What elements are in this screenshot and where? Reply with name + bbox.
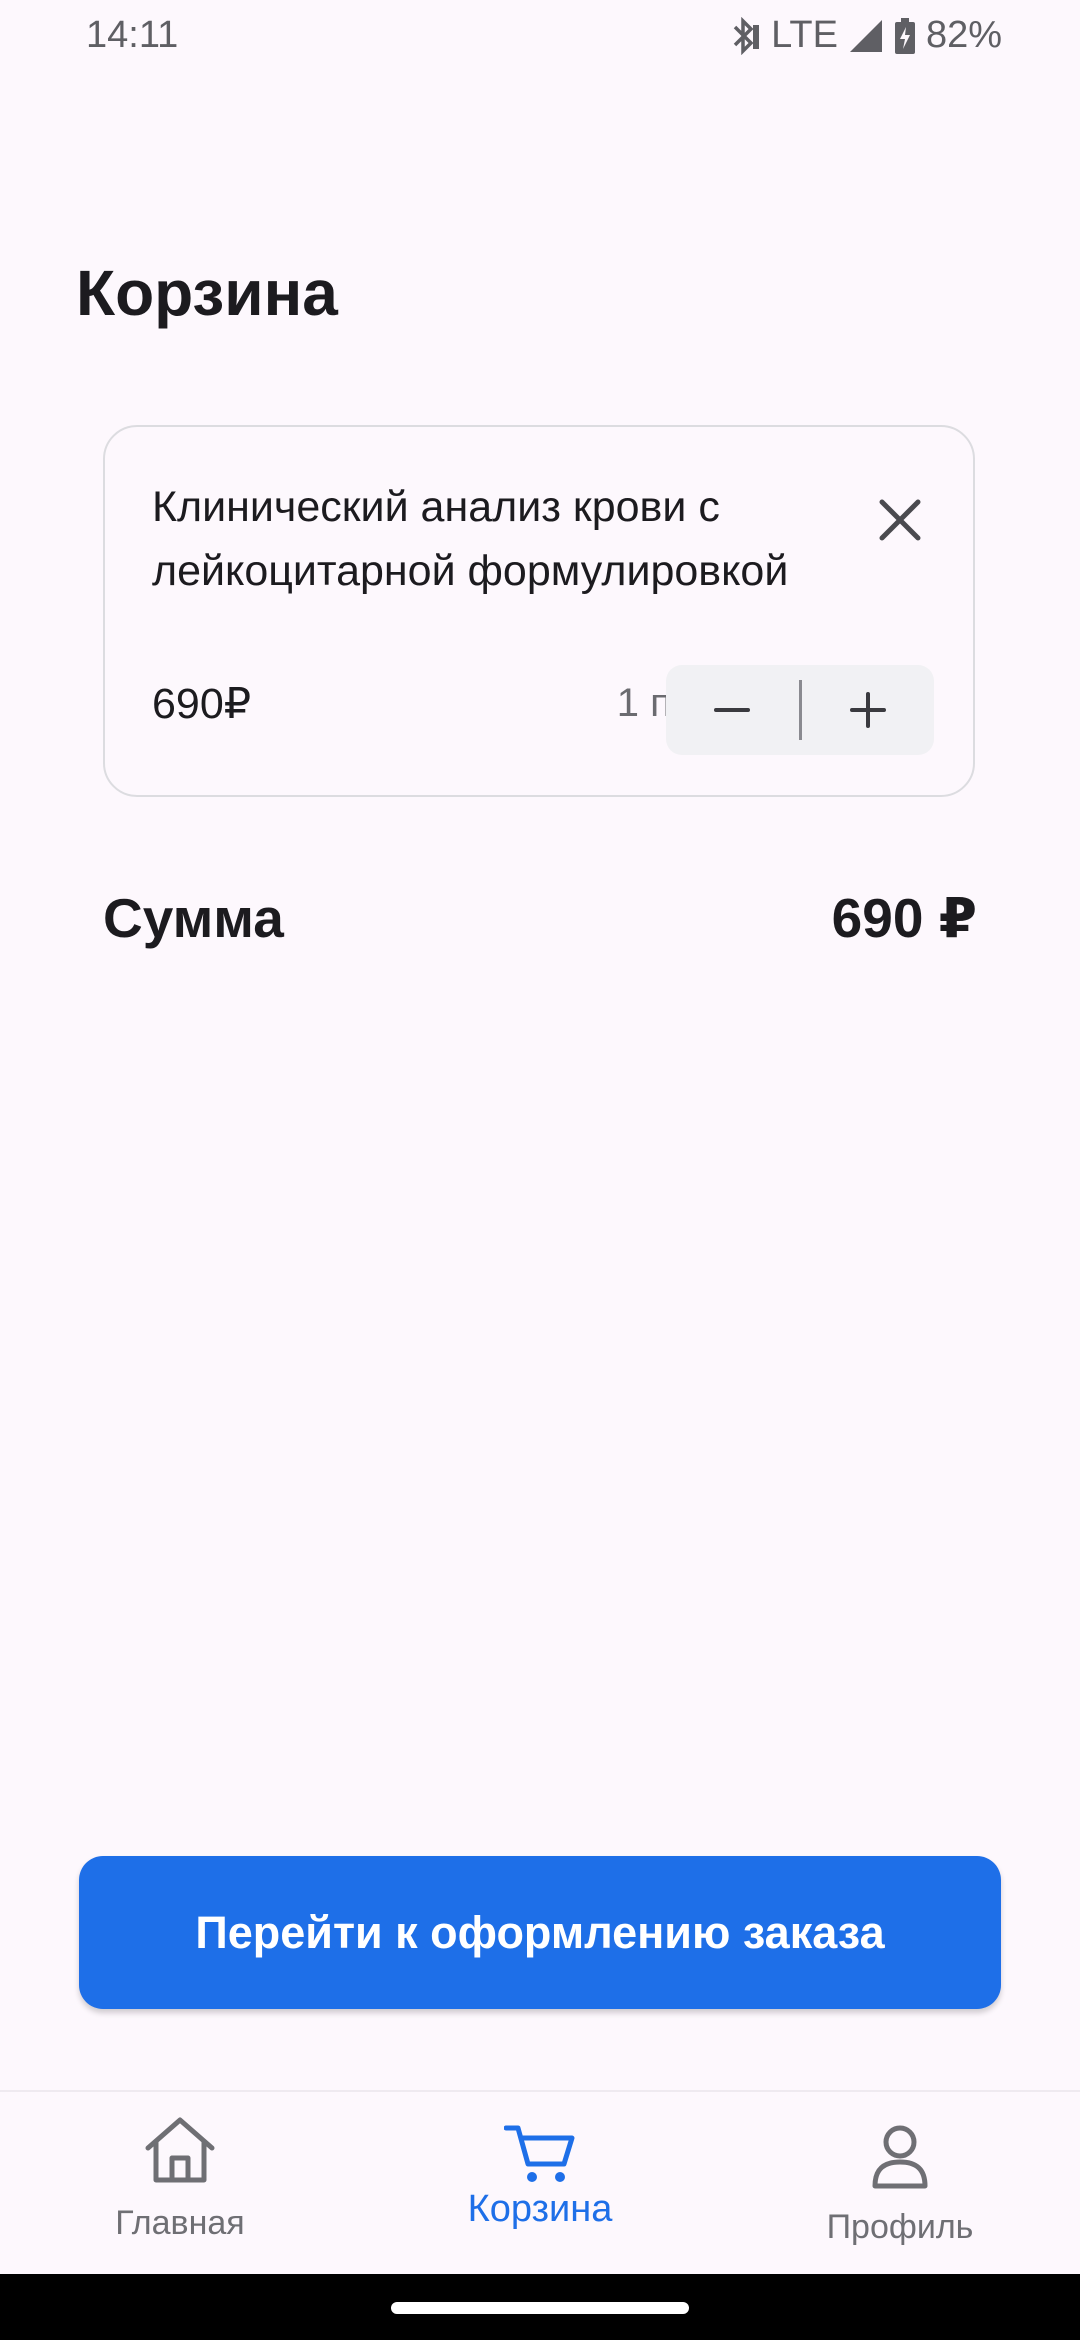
bluetooth-icon <box>727 16 761 55</box>
cart-item-card: Клинический анализ крови с лейкоцитарной… <box>103 425 975 797</box>
minus-icon <box>714 708 751 712</box>
battery-percent: 82% <box>925 14 1002 56</box>
profile-icon <box>870 2124 930 2195</box>
network-label: LTE <box>771 14 838 56</box>
decrease-button[interactable] <box>666 665 799 755</box>
remove-item-button[interactable] <box>859 479 941 561</box>
checkout-button[interactable]: Перейти к оформлению заказа <box>79 1856 1001 2009</box>
sum-label: Сумма <box>103 887 284 949</box>
page-title: Корзина <box>76 257 338 329</box>
close-icon <box>879 499 921 541</box>
sum-value: 690 ₽ <box>831 887 977 949</box>
quantity-stepper <box>666 665 934 755</box>
battery-charging-icon <box>894 17 916 55</box>
nav-item-home[interactable]: Главная <box>30 2092 330 2276</box>
home-icon <box>142 2114 218 2191</box>
plus-icon <box>849 692 886 728</box>
status-bar: 14:11 LTE 82% <box>0 0 1080 76</box>
increase-button[interactable] <box>802 665 935 755</box>
signal-icon <box>848 18 884 54</box>
home-gesture-handle[interactable] <box>391 2302 689 2314</box>
nav-item-profile[interactable]: Профиль <box>750 2092 1050 2276</box>
status-time: 14:11 <box>86 14 179 56</box>
nav-label-cart: Корзина <box>467 2188 613 2230</box>
cart-item-name: Клинический анализ крови с лейкоцитарной… <box>152 483 789 595</box>
nav-label-profile: Профиль <box>826 2208 974 2246</box>
gesture-navigation-bar <box>0 2274 1080 2340</box>
bottom-navigation: Главная Корзина Профиль <box>0 2090 1080 2276</box>
nav-label-home: Главная <box>115 2204 245 2242</box>
status-icons: LTE 82% <box>727 14 1002 57</box>
cart-icon <box>503 2122 576 2191</box>
cart-item-price: 690₽ <box>152 680 252 728</box>
nav-item-cart[interactable]: Корзина <box>390 2092 690 2276</box>
